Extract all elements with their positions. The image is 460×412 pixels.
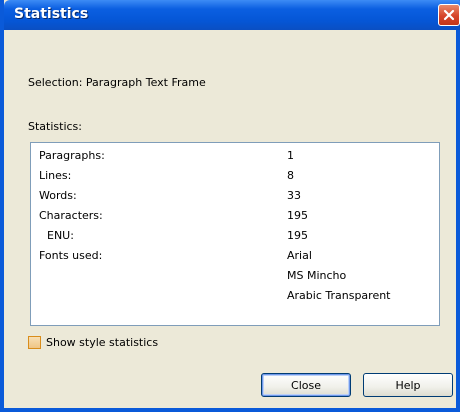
close-window-button[interactable] (438, 4, 460, 26)
help-button[interactable]: Help (363, 373, 453, 397)
stat-label: Paragraphs: (39, 149, 105, 162)
stat-row-fonts-used: Fonts used: Arial (31, 247, 439, 267)
stat-row-enu: ENU: 195 (31, 227, 439, 247)
stat-row-lines: Lines: 8 (31, 167, 439, 187)
statistics-panel: Paragraphs: 1 Lines: 8 Words: 33 Charact… (30, 142, 440, 326)
stat-row-font-3: Arabic Transparent (31, 287, 439, 307)
close-icon (443, 9, 455, 21)
close-button[interactable]: Close (261, 373, 351, 397)
stat-row-paragraphs: Paragraphs: 1 (31, 147, 439, 167)
stat-row-font-2: MS Mincho (31, 267, 439, 287)
title-bar[interactable]: Statistics (4, 0, 460, 30)
stat-value: MS Mincho (287, 269, 347, 282)
stat-row-words: Words: 33 (31, 187, 439, 207)
selection-label: Selection: Paragraph Text Frame (28, 76, 206, 89)
statistics-heading: Statistics: (28, 120, 82, 133)
stat-label: Lines: (39, 169, 72, 182)
stat-value: Arial (287, 249, 312, 262)
stat-label: Words: (39, 189, 77, 202)
window-title: Statistics (14, 6, 89, 22)
stat-label: Fonts used: (39, 249, 103, 262)
stat-row-characters: Characters: 195 (31, 207, 439, 227)
stat-value: 33 (287, 189, 301, 202)
show-style-statistics-label[interactable]: Show style statistics (46, 336, 158, 349)
stat-value: 195 (287, 209, 308, 222)
stat-value: 8 (287, 169, 294, 182)
stat-value: 195 (287, 229, 308, 242)
stat-value: 1 (287, 149, 294, 162)
stat-value: Arabic Transparent (287, 289, 391, 302)
statistics-dialog: Statistics Selection: Paragraph Text Fra… (0, 0, 460, 412)
stat-label: ENU: (47, 229, 74, 242)
stat-label: Characters: (39, 209, 103, 222)
show-style-statistics-checkbox[interactable] (28, 336, 41, 349)
